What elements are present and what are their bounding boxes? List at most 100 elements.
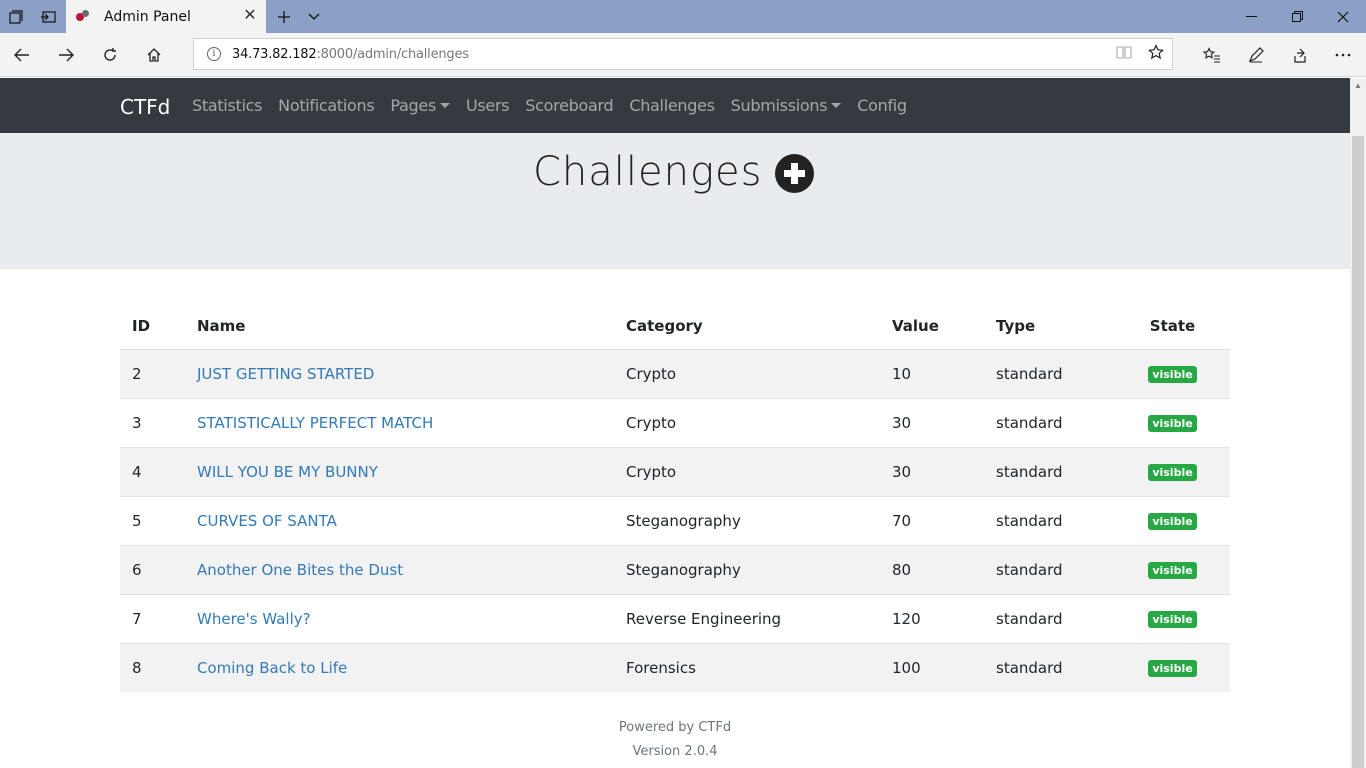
address-bar[interactable]: i 34.73.82.182:8000/admin/challenges [193, 38, 1173, 70]
footer-powered-by[interactable]: Powered by CTFd [0, 720, 1350, 735]
challenge-link[interactable]: Where's Wally? [197, 610, 311, 628]
table-body: 2 JUST GETTING STARTED Crypto 10 standard vis… [120, 348, 1230, 692]
table-row[interactable]: 5 CURVES OF SANTA Steganography 70 standard v… [120, 495, 1230, 545]
nav-item-pages[interactable]: Pages [390, 96, 450, 115]
share-icon[interactable] [1277, 33, 1321, 77]
favorites-hub-icon[interactable] [1190, 33, 1234, 77]
status-badge: visible [1148, 513, 1197, 530]
url-path: :8000/admin/challenges [316, 46, 469, 62]
navbar-brand[interactable]: CTFd [120, 95, 170, 119]
table-row[interactable]: 6 Another One Bites the Dust Steganography… [120, 544, 1230, 594]
cell-id-text: 3 [132, 413, 142, 432]
cell-id: 3 [120, 397, 185, 447]
url-text[interactable]: 34.73.82.182:8000/admin/challenges [232, 47, 469, 62]
restore-icon[interactable] [1274, 0, 1320, 33]
cell-type: standard [984, 544, 1115, 594]
nav-item-users[interactable]: Users [465, 96, 510, 115]
nav-item-submissions[interactable]: Submissions [731, 96, 842, 115]
chevron-down-icon[interactable] [298, 0, 330, 33]
pen-notes-icon[interactable] [1234, 33, 1278, 77]
cell-value: 120 [880, 593, 984, 643]
refresh-icon[interactable] [88, 33, 132, 77]
minimize-icon[interactable] [1228, 0, 1274, 33]
tab-preview-icon[interactable] [32, 0, 64, 33]
nav-item-statistics[interactable]: Statistics [192, 96, 262, 115]
challenge-link[interactable]: CURVES OF SANTA [197, 512, 337, 530]
forward-arrow-icon[interactable] [44, 33, 88, 77]
challenge-link[interactable]: JUST GETTING STARTED [197, 365, 374, 383]
cell-id: 7 [120, 593, 185, 643]
column-header-id: ID [132, 316, 151, 335]
tab-set-aside-icon[interactable] [0, 0, 32, 33]
cell-state: visible [1115, 495, 1230, 545]
close-window-icon[interactable] [1320, 0, 1366, 33]
scroll-up-icon[interactable]: ▲ [1350, 78, 1366, 94]
cell-category-text: Crypto [626, 462, 677, 481]
cell-id: 2 [120, 348, 185, 398]
cell-type-text: standard [996, 462, 1063, 481]
new-tab-icon[interactable] [268, 0, 300, 33]
cell-type: standard [984, 446, 1115, 496]
challenge-link[interactable]: Another One Bites the Dust [197, 561, 403, 579]
back-arrow-icon[interactable] [0, 33, 44, 77]
browser-toolbar: i 34.73.82.182:8000/admin/challenges [0, 33, 1366, 77]
cell-id-text: 2 [132, 364, 142, 383]
cell-id: 6 [120, 544, 185, 594]
nav-item-label: Users [465, 96, 510, 115]
admin-navbar: CTFd Statistics Notifications Pages Users Sc… [0, 78, 1350, 133]
table-row[interactable]: 2 JUST GETTING STARTED Crypto 10 standard vis… [120, 348, 1230, 398]
close-tab-icon[interactable]: ✕ [242, 8, 258, 24]
favorite-star-icon[interactable] [1140, 44, 1172, 64]
home-icon[interactable] [132, 33, 176, 77]
site-info-icon[interactable]: i [207, 47, 221, 61]
column-header-value: Value [892, 316, 939, 335]
cell-type: standard [984, 593, 1115, 643]
cell-category-text: Forensics [626, 658, 696, 677]
nav-item-config[interactable]: Config [857, 96, 907, 115]
challenge-link[interactable]: STATISTICALLY PERFECT MATCH [197, 414, 433, 432]
cell-type-text: standard [996, 609, 1063, 628]
cell-value-text: 100 [892, 658, 921, 677]
table-row[interactable]: 3 STATISTICALLY PERFECT MATCH Crypto 30 stan… [120, 397, 1230, 447]
column-header-type: Type [996, 316, 1036, 335]
cell-category: Reverse Engineering [614, 593, 880, 643]
status-badge: visible [1148, 562, 1197, 579]
cell-id: 8 [120, 642, 185, 692]
browser-tab-active[interactable]: Admin Panel ✕ [66, 0, 266, 33]
cell-name: STATISTICALLY PERFECT MATCH [185, 397, 614, 447]
status-badge: visible [1148, 464, 1197, 481]
nav-item-challenges[interactable]: Challenges [629, 96, 715, 115]
cell-id-text: 8 [132, 658, 142, 677]
nav-item-scoreboard[interactable]: Scoreboard [525, 96, 613, 115]
tab-title: Admin Panel [104, 8, 191, 25]
cell-category-text: Steganography [626, 560, 741, 579]
challenge-link[interactable]: WILL YOU BE MY BUNNY [197, 463, 378, 481]
nav-item-notifications[interactable]: Notifications [278, 96, 375, 115]
more-options-icon[interactable] [1321, 33, 1365, 77]
add-challenge-icon[interactable] [775, 154, 814, 193]
nav-item-label: Submissions [730, 96, 828, 115]
table-row[interactable]: 8 Coming Back to Life Forensics 100 standard… [120, 642, 1230, 692]
cell-category-text: Crypto [626, 364, 677, 383]
cell-state: visible [1115, 397, 1230, 447]
table-row[interactable]: 7 Where's Wally? Reverse Engineering 120 sta… [120, 593, 1230, 643]
cell-value-text: 10 [892, 364, 912, 383]
table-row[interactable]: 4 WILL YOU BE MY BUNNY Crypto 30 standard vis… [120, 446, 1230, 496]
cell-value: 80 [880, 544, 984, 594]
page-title: Challenges [533, 149, 763, 195]
web-page: CTFd Statistics Notifications Pages Users Sc… [0, 78, 1350, 768]
scrollbar-thumb[interactable] [1352, 136, 1364, 768]
challenge-link[interactable]: Coming Back to Life [197, 659, 347, 677]
cell-state: visible [1115, 544, 1230, 594]
cell-type-text: standard [996, 560, 1063, 579]
status-badge: visible [1148, 366, 1197, 383]
cell-type-text: standard [996, 364, 1063, 383]
browser-tab-strip: Admin Panel ✕ [0, 0, 1366, 33]
cell-name: Another One Bites the Dust [185, 544, 614, 594]
reading-view-icon[interactable] [1108, 45, 1140, 63]
footer-version: Version 2.0.4 [632, 744, 718, 759]
vertical-scrollbar[interactable]: ▲ [1350, 78, 1366, 768]
cell-category: Crypto [614, 446, 880, 496]
cell-category: Crypto [614, 397, 880, 447]
cell-type: standard [984, 495, 1115, 545]
